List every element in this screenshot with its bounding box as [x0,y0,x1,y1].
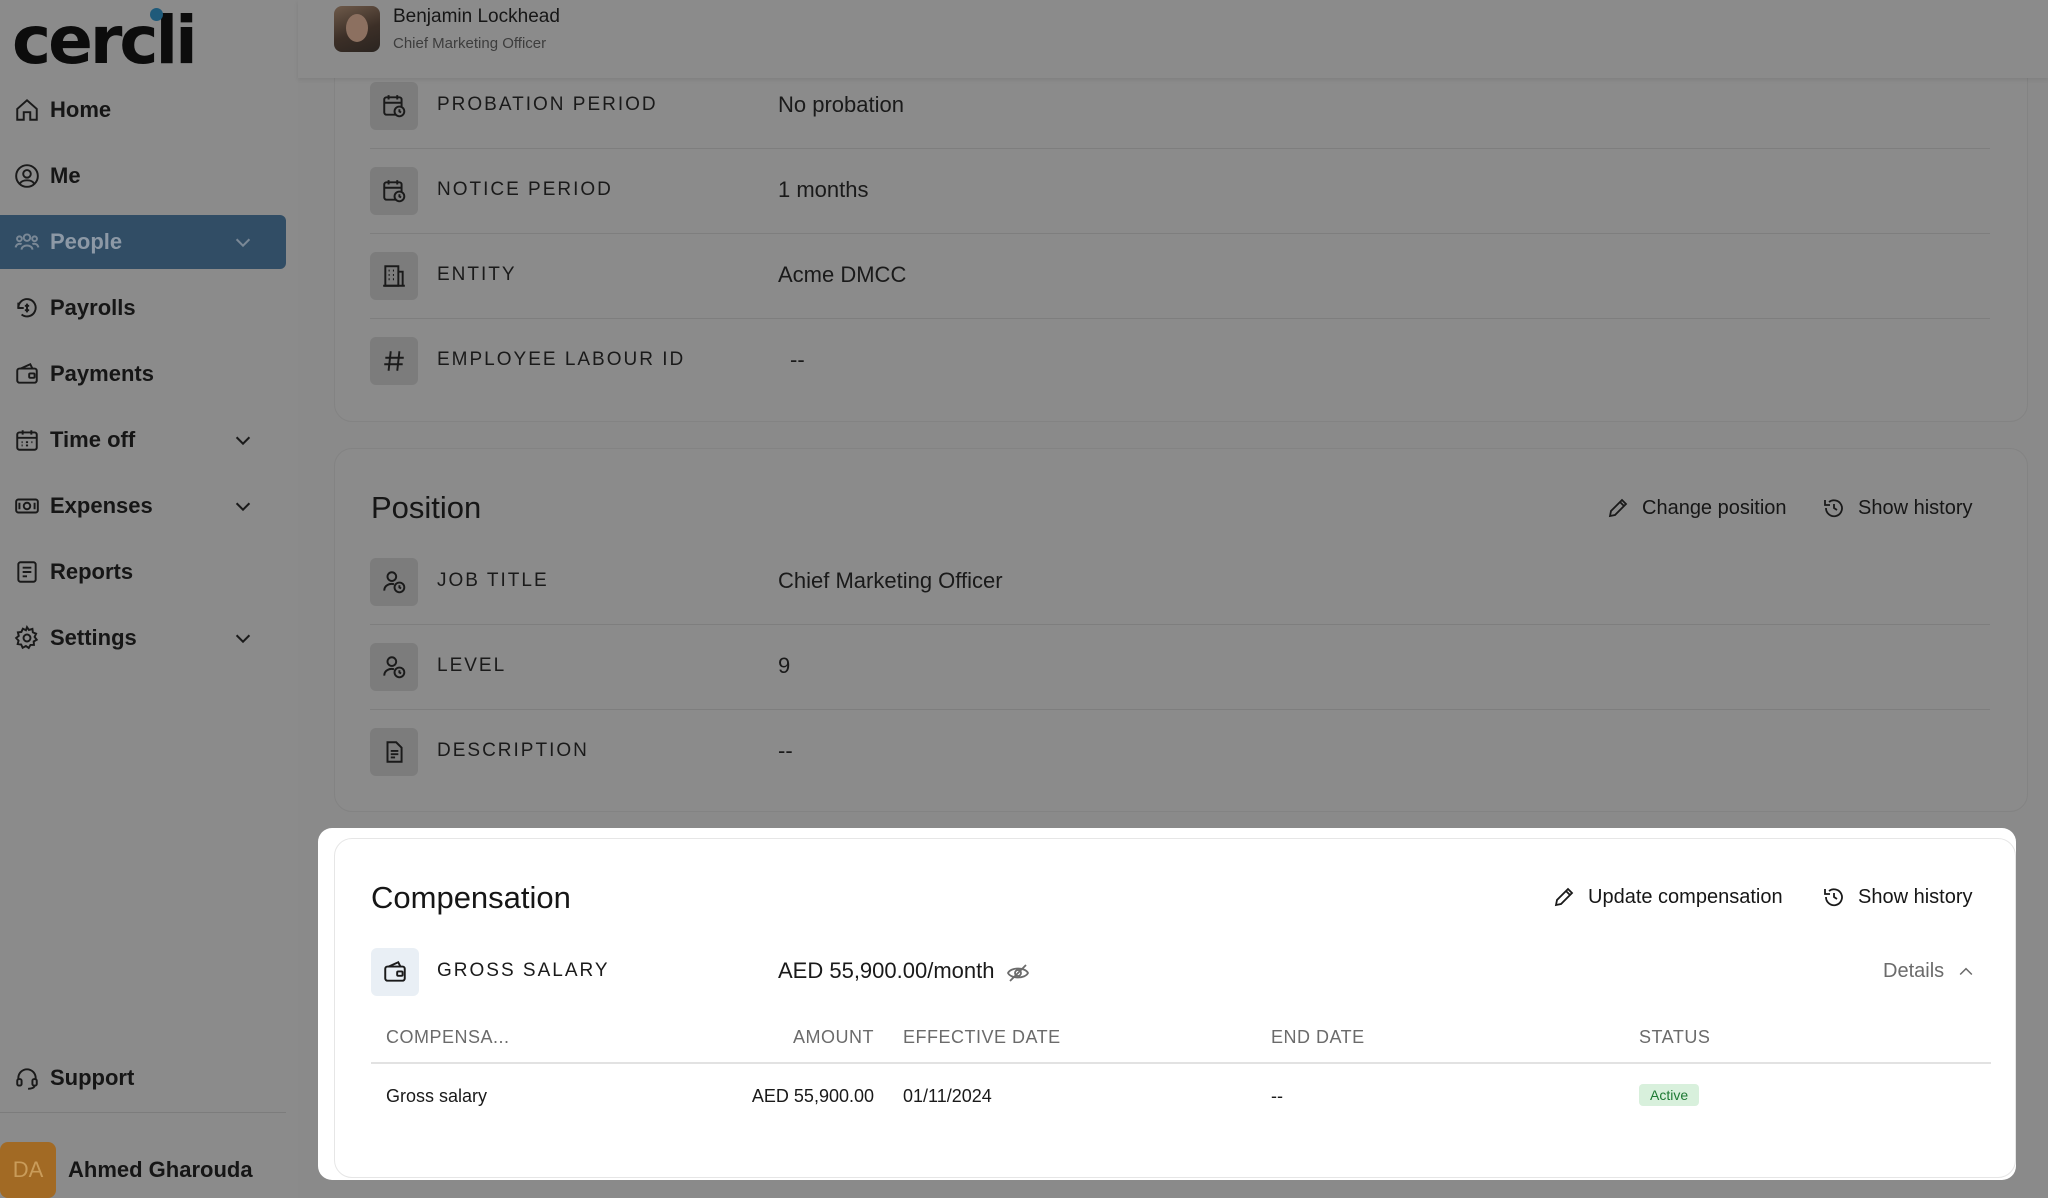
gross-salary-label: GROSS SALARY [437,960,610,981]
wallet-icon [384,960,406,982]
divider [371,1062,1991,1064]
update-compensation-button[interactable]: Update compensation [1552,885,1783,909]
column-header[interactable]: EFFECTIVE DATE [903,1027,1061,1048]
status-badge: Active [1639,1084,1700,1106]
table-cell: Gross salary [386,1086,488,1106]
compensation-title: Compensation [371,880,571,915]
details-toggle[interactable]: Details [1883,960,1976,983]
button-label: Update compensation [1588,885,1783,908]
column-header[interactable]: AMOUNT [700,1027,874,1048]
chevron-up-icon [1959,967,1973,975]
column-header[interactable]: END DATE [1271,1027,1365,1048]
column-header[interactable]: COMPENSA... [386,1027,510,1048]
icon-box [371,948,419,996]
column-header[interactable]: STATUS [1639,1027,1710,1048]
button-label: Show history [1858,885,1973,908]
history-icon [1824,888,1843,907]
compensation-show-history-button[interactable]: Show history [1822,885,1973,909]
details-label: Details [1883,960,1945,982]
table-cell: -- [1271,1086,1283,1106]
table-cell: 01/11/2024 [903,1086,992,1106]
gross-salary-value: AED 55,900.00/month [778,958,995,983]
pencil-icon [1554,887,1574,907]
eye-off-icon[interactable] [1006,961,1030,985]
table-cell: AED 55,900.00 [751,1086,874,1106]
